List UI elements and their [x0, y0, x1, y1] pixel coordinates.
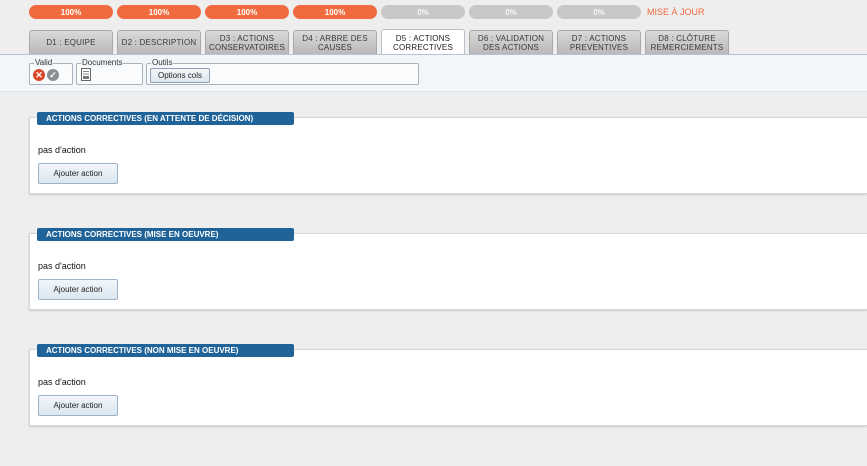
tab-d7-actions-preventives[interactable]: D7 : ACTIONS PREVENTIVES	[557, 30, 641, 54]
tab-d4-arbre-des-causes[interactable]: D4 : ARBRE DES CAUSES	[293, 30, 377, 54]
progress-pill-d6: 0%	[469, 5, 553, 19]
empty-state-text: pas d'action	[38, 145, 86, 155]
document-icon[interactable]	[81, 68, 91, 81]
tab-label: CORRECTIVES	[393, 42, 453, 52]
tab-d8-cloture-remerciements[interactable]: D8 : CLÔTURE REMERCIEMENTS	[645, 30, 729, 54]
panel-title: ACTIONS CORRECTIVES (EN ATTENTE DE DÉCIS…	[37, 112, 294, 125]
progress-pill-d1: 100%	[29, 5, 113, 19]
tab-label: D4 : ARBRE DES	[302, 33, 368, 43]
progress-pill-d3: 100%	[205, 5, 289, 19]
panel-title: ACTIONS CORRECTIVES (NON MISE EN OEUVRE)	[37, 344, 294, 357]
panel-implemented: ACTIONS CORRECTIVES (MISE EN OEUVRE) pas…	[29, 228, 867, 310]
tab-d3-actions-conservatoires[interactable]: D3 : ACTIONS CONSERVATOIRES	[205, 30, 289, 54]
progress-pill-d7: 0%	[557, 5, 641, 19]
update-link[interactable]: MISE À JOUR	[647, 7, 705, 17]
tab-label: D7 : ACTIONS	[571, 33, 627, 43]
valid-legend: Valid	[34, 58, 54, 67]
tab-label: D8 : CLÔTURE	[658, 33, 716, 43]
tab-label: REMERCIEMENTS	[650, 42, 724, 52]
tab-label: PREVENTIVES	[569, 42, 629, 52]
tab-d2-description[interactable]: D2 : DESCRIPTION	[117, 30, 201, 54]
documents-group: Documents	[76, 58, 143, 85]
outils-legend: Outils	[151, 58, 174, 67]
tab-label: D3 : ACTIONS	[219, 33, 275, 43]
tab-label: D6 : VALIDATION	[477, 33, 545, 43]
tab-label: D2 : DESCRIPTION	[121, 38, 197, 47]
toolbar: Valid ✕ ✓ Documents Outils Options cols	[0, 55, 867, 92]
add-action-button[interactable]: Ajouter action	[38, 163, 118, 184]
tab-label: D1 : EQUIPE	[46, 38, 96, 47]
tab-label: CONSERVATOIRES	[208, 42, 285, 52]
panel-title: ACTIONS CORRECTIVES (MISE EN OEUVRE)	[37, 228, 294, 241]
valid-group: Valid ✕ ✓	[29, 58, 73, 85]
progress-pill-d4: 100%	[293, 5, 377, 19]
tab-d6-validation-des-actions[interactable]: D6 : VALIDATION DES ACTIONS	[469, 30, 553, 54]
tab-d1-equipe[interactable]: D1 : EQUIPE	[29, 30, 113, 54]
reject-icon[interactable]: ✕	[33, 69, 45, 81]
approve-icon[interactable]: ✓	[47, 69, 59, 81]
tab-d5-actions-correctives[interactable]: D5 : ACTIONS CORRECTIVES	[381, 29, 465, 55]
tab-label: D5 : ACTIONS	[395, 33, 451, 43]
panel-pending-decision: ACTIONS CORRECTIVES (EN ATTENTE DE DÉCIS…	[29, 112, 867, 194]
tab-label: CAUSES	[317, 42, 353, 52]
documents-legend: Documents	[81, 58, 124, 67]
tab-label: DES ACTIONS	[483, 42, 539, 52]
empty-state-text: pas d'action	[38, 377, 86, 387]
progress-pill-d5: 0%	[381, 5, 465, 19]
progress-pill-d2: 100%	[117, 5, 201, 19]
options-cols-button[interactable]: Options cols	[150, 68, 211, 83]
add-action-button[interactable]: Ajouter action	[38, 395, 118, 416]
outils-group: Outils Options cols	[146, 58, 419, 85]
empty-state-text: pas d'action	[38, 261, 86, 271]
step-tabs: D1 : EQUIPE D2 : DESCRIPTION D3 : ACTION…	[29, 29, 733, 55]
panel-not-implemented: ACTIONS CORRECTIVES (NON MISE EN OEUVRE)…	[29, 344, 867, 426]
add-action-button[interactable]: Ajouter action	[38, 279, 118, 300]
progress-bar-row: 100% 100% 100% 100% 0% 0% 0% MISE À JOUR	[29, 5, 705, 19]
